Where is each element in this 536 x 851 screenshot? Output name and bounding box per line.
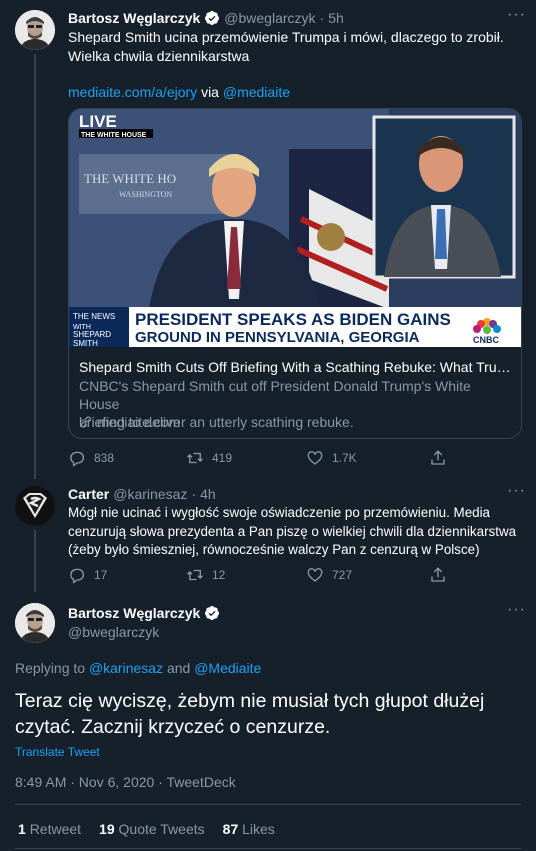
tweet-header: Bartosz Węglarczyk @bweglarczyk · 5h [68,10,344,26]
tweet-link[interactable]: mediaite.com/a/ejory [68,84,197,100]
more-icon[interactable]: ··· [507,482,526,500]
like-button[interactable]: 727 [306,566,352,584]
likes-stat[interactable]: 87 Likes [223,821,275,837]
share-button[interactable] [429,566,447,584]
share-button[interactable] [429,449,447,467]
mention-link[interactable]: @karinesaz [89,660,163,676]
like-button[interactable]: 1.7K [306,449,357,467]
svg-text:THE NEWS: THE NEWS [73,312,115,321]
heart-icon [307,568,323,582]
share-icon [431,450,445,465]
more-icon[interactable]: ··· [507,601,526,619]
tweet-text: Mógł nie ucinać i wygłość swoje oświadcz… [68,505,517,557]
avatar[interactable] [15,486,55,526]
author-handle[interactable]: @bweglarczyk [224,10,315,26]
verified-icon [205,606,220,620]
author-name[interactable]: Bartosz Węglarczyk [68,10,200,26]
card-title[interactable]: Shepard Smith Cuts Off Briefing With a S… [79,359,513,375]
retweet-icon [187,452,203,464]
reply-icon [70,451,84,467]
headline-line2: GROUND IN PENNSYLVANIA, GEORGIA [135,329,420,346]
avatar[interactable] [15,603,55,643]
link-icon [81,416,91,428]
more-icon[interactable]: ··· [507,6,526,24]
replying-to: Replying to @karinesaz and @Mediaite [15,660,262,676]
thread-connector [34,54,36,479]
author-name[interactable]: Carter [68,486,109,502]
divider [15,848,521,849]
location-label: THE WHITE HOUSE [81,132,147,139]
tweet-text: Shepard Smith ucina przemówienie Trumpa … [68,29,504,100]
thread-connector [34,530,36,592]
link-preview-card[interactable]: THE WHITE HO WASHINGTON LIVE THE WHITE H… [68,108,522,439]
divider [15,804,521,805]
quote-tweets-stat[interactable]: 19 Quote Tweets [99,821,205,837]
retweet-icon [187,569,203,581]
live-label: LIVE [79,112,117,131]
tweet-time[interactable]: 4h [200,486,216,502]
tweet-time[interactable]: 5h [328,10,344,26]
podium-text: THE WHITE HO [84,171,176,186]
engagement-stats: 1 Retweet 19 Quote Tweets 87 Likes [18,821,275,837]
tweet-header: Carter @karinesaz · 4h [68,486,216,502]
retweet-button[interactable]: 419 [186,449,232,467]
avatar[interactable] [15,10,55,50]
heart-icon [307,451,323,465]
card-image: THE WHITE HO WASHINGTON LIVE THE WHITE H… [69,109,521,347]
retweet-button[interactable]: 12 [186,566,225,584]
author-name[interactable]: Bartosz Węglarczyk [68,605,200,621]
tweet-header: Bartosz Węglarczyk [68,605,220,621]
reply-button[interactable]: 17 [68,566,107,584]
headline-line1: PRESIDENT SPEAKS AS BIDEN GAINS [135,310,451,329]
podium-subtext: WASHINGTON [119,190,172,199]
svg-text:CNBC: CNBC [473,335,499,345]
reply-button[interactable]: 838 [68,449,114,467]
main-tweet-text: Teraz cię wyciszę, żebym nie musiał tych… [15,690,485,738]
mention-link[interactable]: @mediaite [223,84,290,100]
card-domain: mediaite.com [79,414,180,430]
reply-icon [70,568,84,584]
tweet-timestamp[interactable]: 8:49 AM · Nov 6, 2020 · TweetDeck [15,774,236,790]
svg-text:SMITH: SMITH [73,339,98,347]
verified-icon [205,11,220,25]
share-icon [431,567,445,582]
author-handle[interactable]: @bweglarczyk [68,624,159,640]
translate-tweet-link[interactable]: Translate Tweet [15,745,100,759]
mention-link[interactable]: @Mediaite [194,660,261,676]
author-handle[interactable]: @karinesaz [113,486,187,502]
svg-text:SHEPARD: SHEPARD [73,330,111,339]
retweets-stat[interactable]: 1 Retweet [18,821,81,837]
